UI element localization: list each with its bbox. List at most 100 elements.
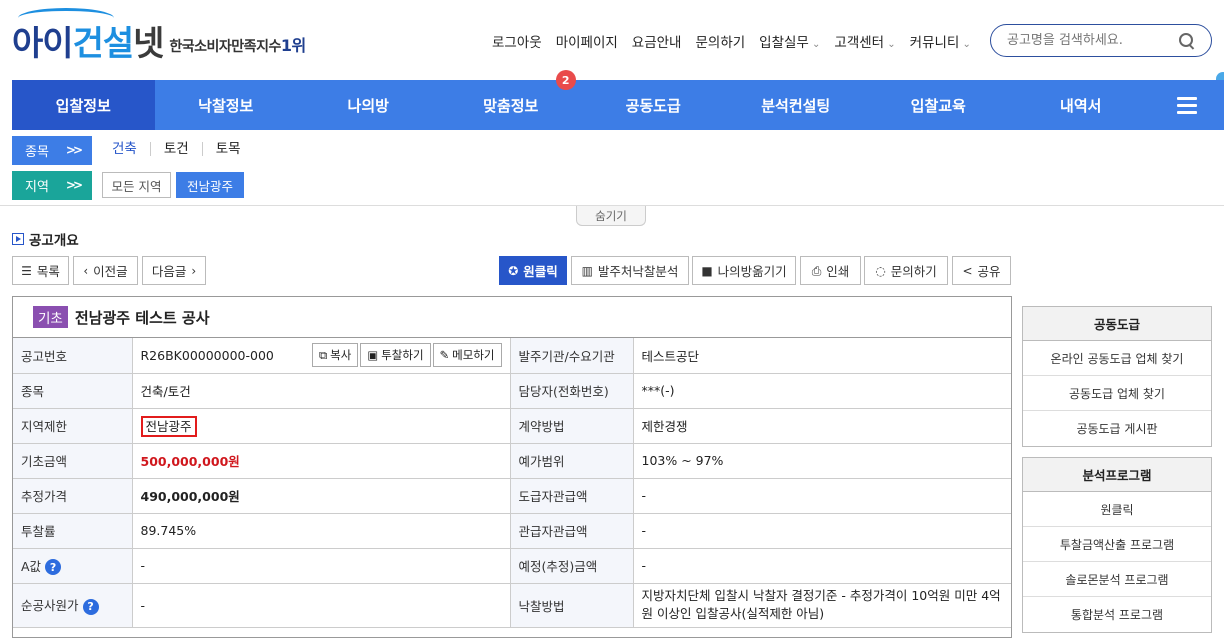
search-input[interactable] <box>1007 33 1167 48</box>
solomon-program-link[interactable]: 솔로몬분석 프로그램 <box>1023 562 1211 597</box>
chat-icon: ◌ <box>875 263 886 278</box>
nav-statement[interactable]: 내역서 <box>1010 80 1153 130</box>
next-button[interactable]: 다음글 › <box>142 256 206 285</box>
hamburger-menu-icon[interactable] <box>1152 80 1222 130</box>
oneclick-button-label: 원클릭 <box>523 264 558 279</box>
clipboard-check-icon: ▣ <box>367 348 379 363</box>
nav-bid-education[interactable]: 입찰교육 <box>867 80 1010 130</box>
prev-button[interactable]: ‹ 이전글 <box>73 256 138 285</box>
table-row: 지역제한 전남광주 계약방법 제한경쟁 <box>13 407 1011 444</box>
region-selected-chip[interactable]: 전남광주 <box>176 172 244 198</box>
pricing-link[interactable]: 요금안내 <box>632 31 682 51</box>
joint-board-link[interactable]: 공동도급 게시판 <box>1023 411 1211 446</box>
label-notice-no: 공고번호 <box>13 338 133 374</box>
logo-tagline-text: 한국소비자만족지수 <box>169 39 281 55</box>
kind-filter-toggle[interactable]: 종목 >> <box>12 136 92 165</box>
logo-part3: 넷 <box>133 24 164 64</box>
double-chevron-right-icon: >> <box>65 143 83 157</box>
mypage-link[interactable]: 마이페이지 <box>556 31 618 51</box>
logout-link[interactable]: 로그아웃 <box>492 31 542 51</box>
help-icon[interactable]: ? <box>82 598 99 615</box>
joint-partner-link[interactable]: 공동도급 업체 찾기 <box>1023 376 1211 411</box>
section-title-text: 공고개요 <box>29 233 79 249</box>
label-net-cost: 순공사원가 <box>21 598 79 614</box>
online-joint-partner-link[interactable]: 온라인 공동도급 업체 찾기 <box>1023 341 1211 376</box>
copy-button[interactable]: ⧉ 복사 <box>311 343 359 368</box>
logo-tagline: 한국소비자만족지수1위 <box>169 32 306 56</box>
contact-value: ***(-) <box>632 372 1011 409</box>
hide-filters-button[interactable]: 숨기기 <box>576 206 646 226</box>
memo-button[interactable]: ✎ 메모하기 <box>432 343 502 368</box>
integrated-program-link[interactable]: 통합분석 프로그램 <box>1023 597 1211 632</box>
region-filter-toggle[interactable]: 지역 >> <box>12 171 92 200</box>
list-button-label: 목록 <box>36 264 60 279</box>
nav-joint-contract[interactable]: 공동도급 <box>582 80 725 130</box>
site-logo[interactable]: 아이건설넷 한국소비자만족지수1위 <box>12 8 306 64</box>
agency-value: 테스트공단 <box>632 338 1011 374</box>
site-header: 아이건설넷 한국소비자만족지수1위 로그아웃 마이페이지 요금안내 문의하기 입… <box>0 0 1224 96</box>
oneclick-button[interactable]: ✪ 원클릭 <box>499 256 567 285</box>
nav-analysis-consulting[interactable]: 분석컨설팅 <box>725 80 868 130</box>
label-contractor-supply: 도급자관급액 <box>509 477 634 514</box>
joint-contract-title: 공동도급 <box>1023 307 1211 341</box>
analysis-program-panel: 분석프로그램 원클릭 투찰금액산출 프로그램 솔로몬분석 프로그램 통합분석 프… <box>1022 457 1212 633</box>
label-a-value: A값 <box>21 558 42 574</box>
notification-badge: 2 <box>555 70 576 90</box>
kind-option-building[interactable]: 건축 <box>112 142 150 156</box>
inquiry-link[interactable]: 문의하기 <box>695 31 745 51</box>
nav-bid-info[interactable]: 입찰정보 <box>12 80 155 130</box>
region-all-button[interactable]: 모든 지역 <box>102 172 171 198</box>
region-limit-value: 전남광주 <box>140 416 197 437</box>
help-icon[interactable]: ? <box>45 559 62 576</box>
table-row: 기초금액 500,000,000원 예가범위 103% ~ 97% <box>13 442 1011 479</box>
bid-practice-menu[interactable]: 입찰실무 <box>759 31 820 51</box>
nav-award-info[interactable]: 낙찰정보 <box>155 80 298 130</box>
share-icon: < <box>962 263 973 278</box>
label-planned-amount: 예정(추정)금액 <box>509 547 634 584</box>
label-bid-rate: 투찰률 <box>13 512 133 549</box>
move-to-myroom-button[interactable]: ■ 나의방옮기기 <box>692 256 796 285</box>
label-kind: 종목 <box>13 372 133 409</box>
net-cost-value: - <box>131 582 511 628</box>
region-filter-label: 지역 <box>25 180 49 195</box>
kind-option-civil[interactable]: 토목 <box>201 142 254 156</box>
analysis-program-title: 분석프로그램 <box>1023 458 1211 492</box>
price-range-value: 103% ~ 97% <box>632 442 1011 479</box>
bid-amount-program-link[interactable]: 투찰금액산출 프로그램 <box>1023 527 1211 562</box>
nav-my-room[interactable]: 나의방 <box>297 80 440 130</box>
chevron-right-icon: › <box>191 263 197 278</box>
play-square-icon <box>12 233 24 245</box>
printer-icon: ⎙ <box>811 263 822 278</box>
share-button[interactable]: < 공유 <box>952 256 1011 285</box>
oneclick-program-link[interactable]: 원클릭 <box>1023 492 1211 527</box>
a-value: - <box>131 547 511 584</box>
table-row: A값? - 예정(추정)금액 - <box>13 547 1011 584</box>
kind-filter-options: 건축 토건 토목 <box>112 142 254 156</box>
nav-statement-label: 내역서 <box>1060 96 1102 115</box>
nav-analysis-consulting-label: 분석컨설팅 <box>761 96 831 115</box>
label-contact: 담당자(전화번호) <box>509 372 634 409</box>
bid-submit-button[interactable]: ▣ 투찰하기 <box>360 343 431 368</box>
folder-icon: ■ <box>701 263 713 278</box>
search-icon[interactable] <box>1179 32 1195 49</box>
contractor-supply-value: - <box>632 477 1011 514</box>
list-button[interactable]: ☰ 목록 <box>12 256 69 285</box>
logo-wordmark: 아이건설넷 <box>12 24 164 64</box>
main-nav: 입찰정보 낙찰정보 나의방 맞춤정보 2 공동도급 분석컨설팅 입찰교육 내역서 <box>12 70 1224 130</box>
nav-custom-info[interactable]: 맞춤정보 2 <box>440 70 583 130</box>
logo-part1: 아이 <box>12 24 74 64</box>
logo-arc-icon <box>18 8 114 28</box>
print-button-label: 인쇄 <box>826 264 850 279</box>
agency-analysis-button[interactable]: ▥ 발주처낙찰분석 <box>571 256 689 285</box>
label-contract-method: 계약방법 <box>509 407 634 444</box>
inquiry-button[interactable]: ◌ 문의하기 <box>864 256 948 285</box>
share-button-label: 공유 <box>977 264 1001 279</box>
print-button[interactable]: ⎙ 인쇄 <box>800 256 861 285</box>
label-price-range: 예가범위 <box>509 442 634 479</box>
table-row: 투찰률 89.745% 관급자관급액 - <box>13 512 1011 549</box>
customer-center-menu[interactable]: 고객센터 <box>834 31 895 51</box>
inquiry-button-label: 문의하기 <box>890 264 937 279</box>
kind-option-civil-building[interactable]: 토건 <box>149 142 202 156</box>
community-menu[interactable]: 커뮤니티 <box>910 31 971 51</box>
top-utility-nav: 로그아웃 마이페이지 요금안내 문의하기 입찰실무 고객센터 커뮤니티 <box>492 31 971 51</box>
